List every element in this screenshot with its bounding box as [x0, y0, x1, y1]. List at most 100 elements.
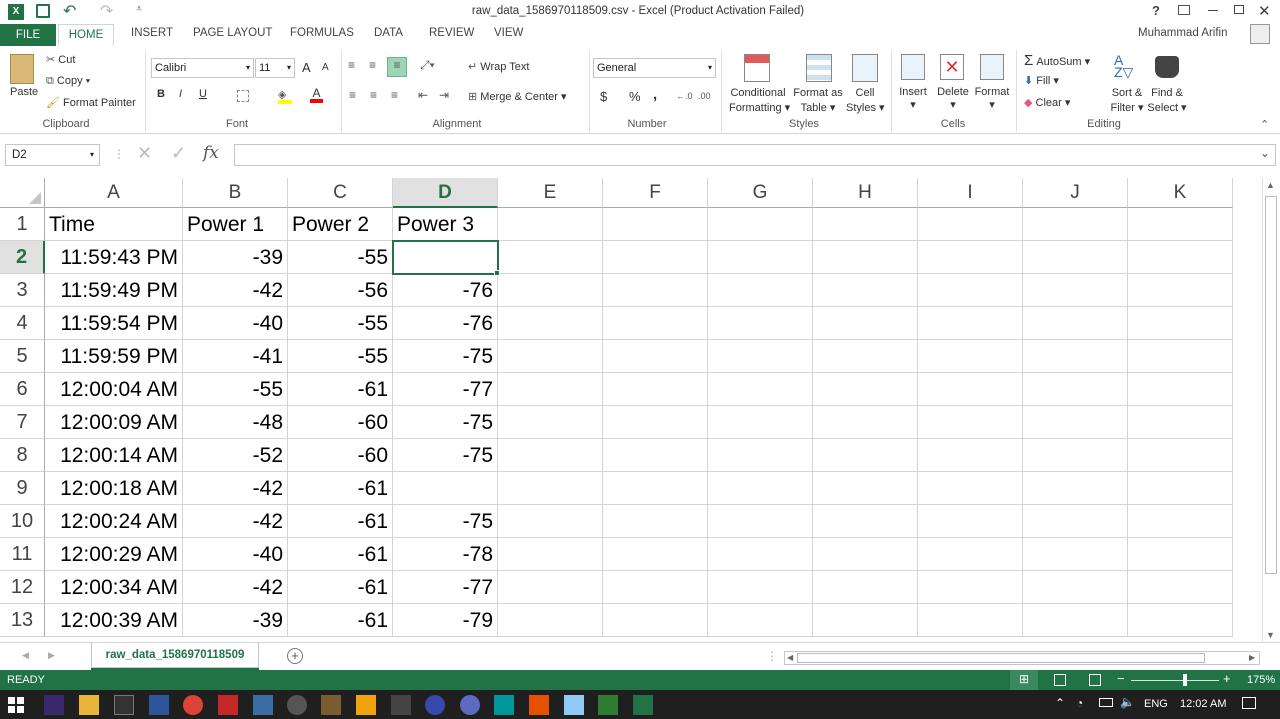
decrease-decimal-icon[interactable]: .00	[698, 91, 711, 101]
cell-G6[interactable]	[708, 373, 813, 406]
app-icon-10[interactable]	[356, 695, 376, 715]
collapse-ribbon-icon[interactable]: ⌃	[1260, 118, 1269, 131]
cell-G2[interactable]	[708, 241, 813, 274]
format-cells-icon[interactable]	[980, 54, 1004, 80]
app-icon-11[interactable]	[391, 695, 411, 715]
battery-icon[interactable]	[1099, 698, 1113, 707]
fill-button[interactable]: ⬇ Fill ▾	[1024, 74, 1059, 87]
scroll-down-icon[interactable]: ▼	[1266, 630, 1275, 640]
cell-K6[interactable]	[1128, 373, 1233, 406]
app-icon-7[interactable]	[253, 695, 273, 715]
expand-formula-icon[interactable]: ⌄	[1260, 146, 1270, 160]
app-icon-3[interactable]	[114, 695, 134, 715]
language-indicator[interactable]: ENG	[1144, 698, 1168, 710]
cell-A8[interactable]: 12:00:14 AM	[45, 439, 183, 472]
cell-J8[interactable]	[1023, 439, 1128, 472]
notifications-icon[interactable]	[1242, 697, 1256, 709]
column-header-C[interactable]: C	[288, 178, 393, 208]
insert-function-icon[interactable]: fx	[203, 143, 219, 163]
cell-E10[interactable]	[498, 505, 603, 538]
page-layout-view-icon[interactable]	[1054, 674, 1066, 686]
find-select-button[interactable]: Find & Select ▾	[1146, 86, 1188, 116]
cell-J4[interactable]	[1023, 307, 1128, 340]
percent-button[interactable]: %	[629, 89, 641, 104]
cell-F7[interactable]	[603, 406, 708, 439]
help-button[interactable]: ?	[1152, 3, 1160, 18]
scroll-thumb[interactable]	[1265, 196, 1277, 574]
cell-I3[interactable]	[918, 274, 1023, 307]
cell-J7[interactable]	[1023, 406, 1128, 439]
cell-D11[interactable]: -78	[393, 538, 498, 571]
row-header-11[interactable]: 11	[0, 538, 45, 571]
orientation-icon[interactable]: ⤢▾	[420, 58, 435, 73]
merge-center-button[interactable]: ⊞ Merge & Center ▾	[468, 90, 567, 103]
cell-J10[interactable]	[1023, 505, 1128, 538]
delete-cells-icon[interactable]: ✕	[940, 54, 964, 80]
insert-button[interactable]: Insert ▾	[898, 86, 928, 111]
cell-F8[interactable]	[603, 439, 708, 472]
cell-G9[interactable]	[708, 472, 813, 505]
row-header-2[interactable]: 2	[0, 241, 45, 274]
binoculars-icon[interactable]	[1155, 56, 1179, 78]
cell-E7[interactable]	[498, 406, 603, 439]
zoom-level[interactable]: 175%	[1247, 674, 1275, 686]
cell-E3[interactable]	[498, 274, 603, 307]
cell-J2[interactable]	[1023, 241, 1128, 274]
cell-G7[interactable]	[708, 406, 813, 439]
format-painter-button[interactable]: 🖌 Format Painter	[46, 96, 136, 109]
scroll-up-icon[interactable]: ▲	[1266, 180, 1275, 190]
cell-B13[interactable]: -39	[183, 604, 288, 637]
cell-B12[interactable]: -42	[183, 571, 288, 604]
cell-F2[interactable]	[603, 241, 708, 274]
formula-input[interactable]	[234, 144, 1276, 166]
prev-sheet-icon[interactable]: ◀	[22, 650, 29, 661]
zoom-out-button[interactable]: −	[1117, 671, 1125, 686]
cell-C12[interactable]: -61	[288, 571, 393, 604]
cell-I5[interactable]	[918, 340, 1023, 373]
cell-H9[interactable]	[813, 472, 918, 505]
cell-H7[interactable]	[813, 406, 918, 439]
cell-H8[interactable]	[813, 439, 918, 472]
cell-B1[interactable]: Power 1	[183, 208, 288, 241]
cell-A12[interactable]: 12:00:34 AM	[45, 571, 183, 604]
word-icon[interactable]	[149, 695, 169, 715]
cell-C9[interactable]: -61	[288, 472, 393, 505]
tab-view[interactable]: VIEW	[494, 27, 523, 39]
cell-H4[interactable]	[813, 307, 918, 340]
cell-F9[interactable]	[603, 472, 708, 505]
align-middle-icon[interactable]: ≡	[369, 58, 383, 72]
cell-K7[interactable]	[1128, 406, 1233, 439]
cell-G1[interactable]	[708, 208, 813, 241]
cell-A13[interactable]: 12:00:39 AM	[45, 604, 183, 637]
delete-button[interactable]: Delete ▾	[935, 86, 971, 111]
italic-button[interactable]: I	[179, 88, 182, 100]
conditional-formatting-button[interactable]: Conditional Formatting ▾	[729, 86, 790, 116]
row-header-8[interactable]: 8	[0, 439, 45, 472]
wrap-text-button[interactable]: ↵ Wrap Text	[468, 60, 529, 73]
next-sheet-icon[interactable]: ▶	[48, 650, 55, 661]
cell-C4[interactable]: -55	[288, 307, 393, 340]
cell-C7[interactable]: -60	[288, 406, 393, 439]
restore-icon[interactable]	[1234, 5, 1244, 14]
avatar[interactable]	[1250, 24, 1270, 44]
copy-button[interactable]: ⧉ Copy ▾	[46, 75, 90, 88]
row-header-13[interactable]: 13	[0, 604, 45, 637]
shrink-font-button[interactable]: A	[322, 62, 329, 73]
sort-filter-icon[interactable]: A Z▽	[1114, 53, 1133, 79]
cell-J6[interactable]	[1023, 373, 1128, 406]
arduino-icon[interactable]	[494, 695, 514, 715]
cell-B7[interactable]: -48	[183, 406, 288, 439]
cell-F1[interactable]	[603, 208, 708, 241]
fill-color-icon[interactable]: ◈	[278, 88, 292, 104]
format-button[interactable]: Format ▾	[972, 86, 1012, 111]
cell-H12[interactable]	[813, 571, 918, 604]
app-icon-13[interactable]	[460, 695, 480, 715]
row-header-10[interactable]: 10	[0, 505, 45, 538]
row-header-12[interactable]: 12	[0, 571, 45, 604]
cell-D12[interactable]: -77	[393, 571, 498, 604]
paste-button[interactable]: Paste	[10, 86, 38, 98]
cell-B9[interactable]: -42	[183, 472, 288, 505]
comma-button[interactable]: ,	[653, 86, 657, 103]
cell-G3[interactable]	[708, 274, 813, 307]
page-break-view-icon[interactable]	[1089, 674, 1101, 686]
